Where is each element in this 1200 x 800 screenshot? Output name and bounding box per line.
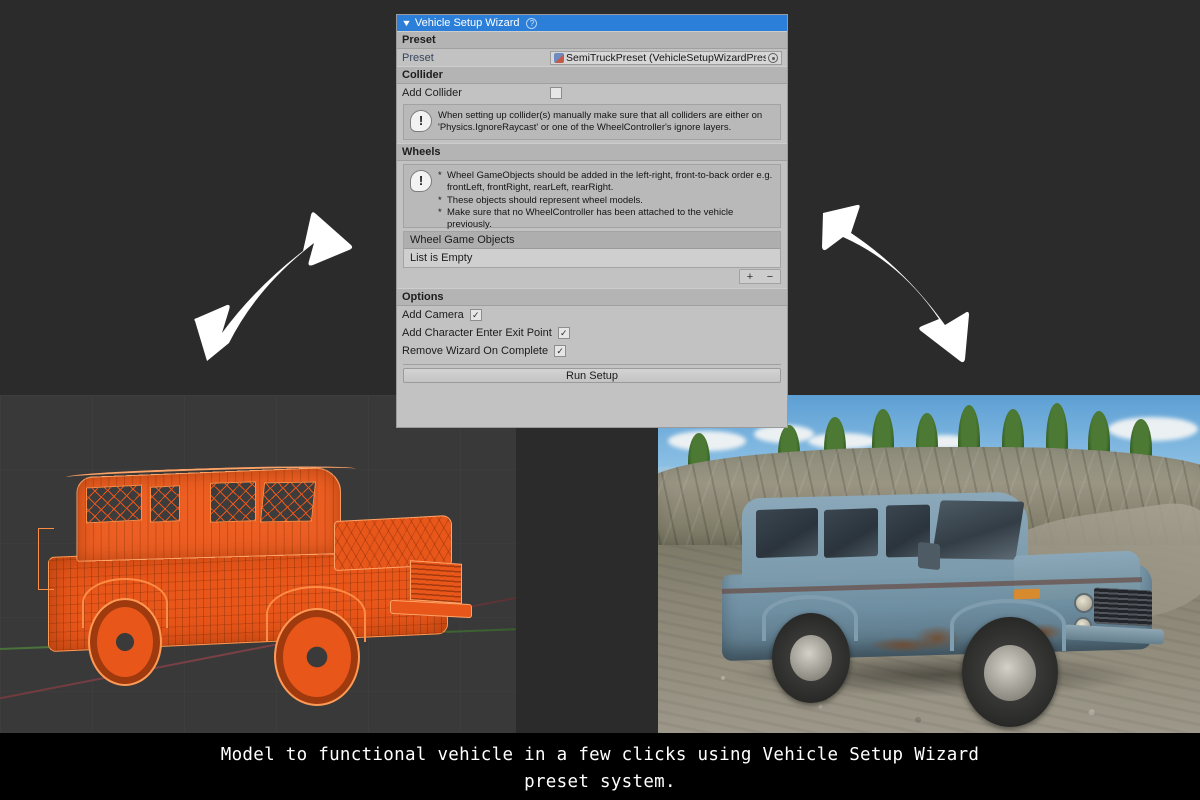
model-window-rear	[86, 485, 142, 524]
section-header-options: Options	[397, 288, 787, 306]
object-picker-icon[interactable]	[768, 53, 778, 63]
options-divider	[403, 364, 781, 365]
wheels-help-item: Wheel GameObjects should be added in the…	[438, 170, 774, 194]
wheels-help-item: Make sure that no WheelController has be…	[438, 207, 774, 231]
wireframe-vehicle-model	[38, 450, 488, 695]
model-arch-rear	[82, 578, 168, 628]
wheel-list-header: Wheel Game Objects	[404, 232, 780, 249]
curved-arrow-up-right-icon	[185, 193, 365, 365]
wheel-list-footer: + −	[397, 268, 787, 284]
caption-bar: Model to functional vehicle in a few cli…	[0, 733, 1200, 800]
preset-object-field[interactable]: SemiTruckPreset (VehicleSetupWizardPres	[550, 51, 782, 65]
section-header-wheels: Wheels	[397, 143, 787, 161]
warning-icon: !	[410, 170, 432, 192]
chevron-down-icon[interactable]: ▼	[401, 19, 412, 28]
preset-value: SemiTruckPreset (VehicleSetupWizardPres	[566, 52, 766, 64]
caption-line-1: Model to functional vehicle in a few cli…	[0, 742, 1200, 769]
remove-wheel-button[interactable]: −	[760, 270, 780, 283]
vehicle-window-rear	[756, 508, 818, 558]
vehicle-arch-rear	[762, 595, 858, 641]
vehicle-headlight	[1074, 593, 1094, 613]
add-collider-row[interactable]: Add Collider	[397, 84, 787, 101]
model-windshield	[260, 482, 316, 523]
caption-line-2: preset system.	[0, 769, 1200, 796]
run-setup-button[interactable]: Run Setup	[403, 368, 781, 383]
vehicle-setup-wizard-panel[interactable]: ▼ Vehicle Setup Wizard ? Preset Preset S…	[396, 14, 788, 428]
section-header-preset: Preset	[397, 31, 787, 49]
vehicle-rim-rear	[790, 635, 832, 681]
add-camera-checkbox[interactable]: ✓	[470, 309, 482, 321]
add-character-enter-exit-point-checkbox[interactable]: ✓	[558, 327, 570, 339]
add-camera-label: Add Camera	[402, 309, 464, 321]
collider-help-text: When setting up collider(s) manually mak…	[438, 110, 774, 134]
collider-help-box: ! When setting up collider(s) manually m…	[403, 104, 781, 140]
wheels-help-item: These objects should represent wheel mod…	[438, 195, 774, 207]
model-window-mid	[150, 485, 180, 523]
option-row-remove-wizard-on-complete[interactable]: Remove Wizard On Complete ✓	[397, 342, 787, 360]
vehicle-grille	[1094, 587, 1152, 626]
model-rear-detail	[38, 528, 54, 590]
add-character-enter-exit-point-label: Add Character Enter Exit Point	[402, 327, 552, 339]
vehicle-rim-front	[984, 645, 1036, 701]
wheels-help-list: Wheel GameObjects should be added in the…	[438, 170, 774, 231]
wizard-title: Vehicle Setup Wizard	[415, 17, 520, 29]
wheel-list-empty-message: List is Empty	[404, 249, 780, 267]
option-row-add-character-enter-exit-point[interactable]: Add Character Enter Exit Point ✓	[397, 324, 787, 342]
blender-wireframe-viewport[interactable]	[0, 395, 516, 733]
help-icon[interactable]: ?	[526, 18, 537, 29]
add-collider-label: Add Collider	[402, 87, 550, 99]
section-header-collider: Collider	[397, 66, 787, 84]
vehicle-windshield	[932, 500, 1025, 559]
preset-field-label: Preset	[402, 52, 550, 64]
vehicle-arch-front	[950, 599, 1066, 651]
screenshot-root: ▼ Vehicle Setup Wizard ? Preset Preset S…	[0, 0, 1200, 800]
vehicle-side-marker	[1014, 589, 1040, 600]
vehicle-mirror	[918, 542, 940, 570]
option-row-add-camera[interactable]: Add Camera ✓	[397, 306, 787, 324]
remove-wizard-on-complete-label: Remove Wizard On Complete	[402, 345, 548, 357]
wheels-help-box: ! Wheel GameObjects should be added in t…	[403, 164, 781, 228]
scriptable-object-icon	[554, 53, 564, 63]
remove-wizard-on-complete-checkbox[interactable]: ✓	[554, 345, 566, 357]
wheel-game-objects-list[interactable]: Wheel Game Objects List is Empty	[403, 231, 781, 268]
game-render-viewport[interactable]	[658, 395, 1200, 733]
add-wheel-button[interactable]: +	[740, 270, 760, 283]
vehicle-window-mid	[824, 508, 878, 558]
cloud	[1108, 417, 1198, 441]
preset-row[interactable]: Preset SemiTruckPreset (VehicleSetupWiza…	[397, 49, 787, 66]
rendered-vehicle	[718, 477, 1168, 709]
warning-icon: !	[410, 110, 432, 132]
model-arch-front	[266, 586, 366, 642]
model-window-front	[210, 481, 256, 523]
vehicle-rust-patch	[868, 637, 938, 653]
add-collider-checkbox[interactable]	[550, 87, 562, 99]
wizard-title-bar[interactable]: ▼ Vehicle Setup Wizard ?	[397, 15, 787, 31]
wheel-list-buttons: + −	[739, 269, 781, 284]
curved-arrow-down-right-icon	[815, 193, 995, 365]
model-grille	[410, 560, 462, 604]
